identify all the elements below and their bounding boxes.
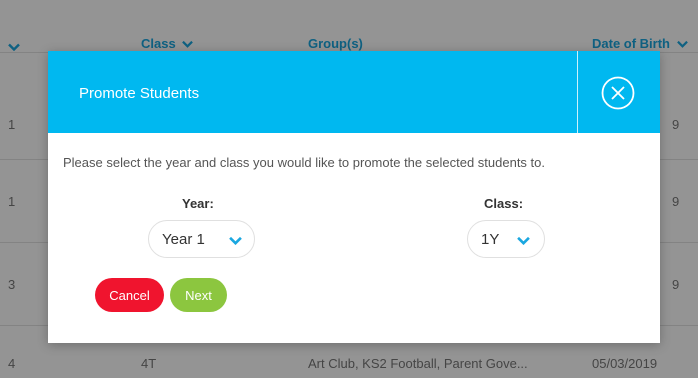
class-select-value: 1Y [481,231,500,248]
close-circle-icon [601,76,635,110]
class-label: Class: [484,196,524,211]
promote-students-dialog: Promote Students Please select the year … [48,51,660,343]
dialog-title: Promote Students [79,85,200,102]
year-label: Year: [182,196,214,211]
next-button[interactable]: Next [170,278,227,312]
chevron-down-icon [229,236,242,245]
chevron-down-icon [517,236,530,245]
cancel-button[interactable]: Cancel [95,278,164,312]
class-select[interactable]: 1Y [467,220,545,258]
dialog-header: Promote Students [48,51,660,133]
dialog-instructions: Please select the year and class you wou… [63,155,545,170]
close-button[interactable] [577,51,661,133]
year-select[interactable]: Year 1 [148,220,255,258]
year-select-value: Year 1 [162,231,205,248]
